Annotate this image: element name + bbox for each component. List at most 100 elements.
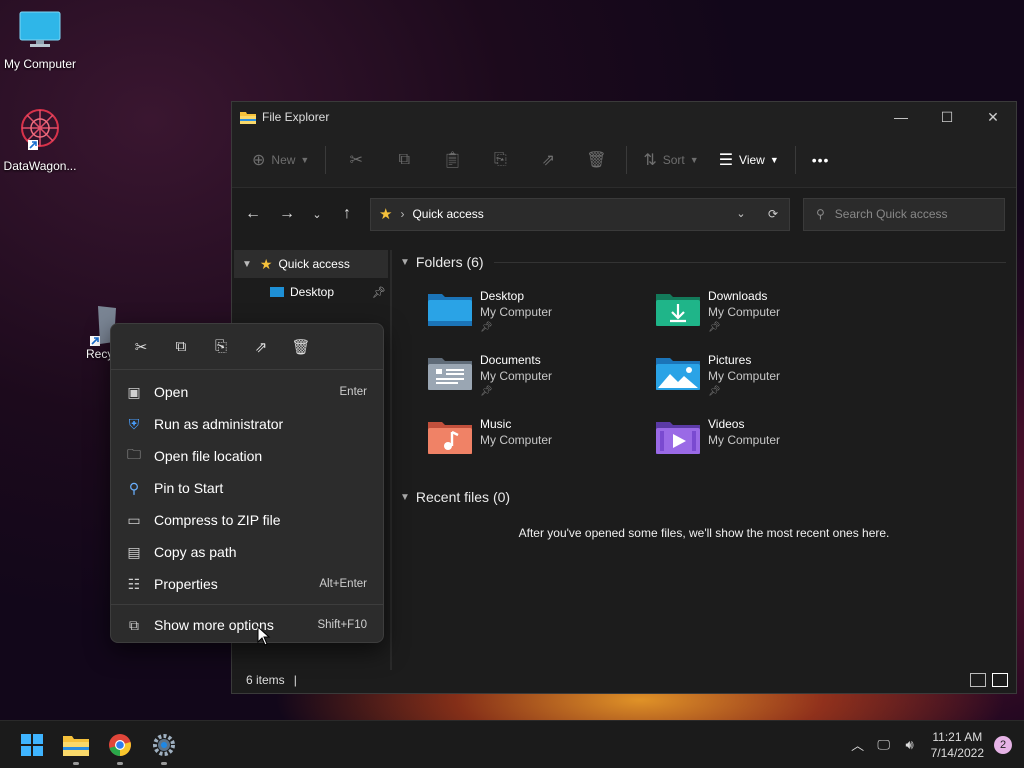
folder-item-documents[interactable]: Documents My Computer 📌︎ — [428, 352, 656, 400]
window-title: File Explorer — [262, 110, 330, 124]
taskbar-settings[interactable] — [142, 723, 186, 767]
chevron-up-icon[interactable]: ︿ — [845, 735, 871, 754]
folder-item-videos[interactable]: Videos My Computer — [656, 416, 884, 464]
folder-location: My Computer — [708, 369, 781, 383]
running-indicator — [73, 761, 79, 765]
delete-button[interactable]: 🗑︎ — [572, 150, 620, 170]
file-explorer-icon — [240, 112, 256, 124]
taskbar-chrome[interactable] — [98, 723, 142, 767]
menu-item-label: Properties — [154, 576, 218, 592]
menu-item-label: Compress to ZIP file — [154, 512, 281, 528]
sidebar-item-quick-access[interactable]: ▼ ★ Quick access — [234, 250, 388, 278]
status-bar: 6 items | — [232, 667, 1016, 693]
chevron-down-icon: ▼ — [689, 154, 699, 165]
cut-icon: ✂ — [349, 151, 364, 169]
path-icon: ▤ — [127, 543, 141, 560]
sidebar-item-desktop[interactable]: Desktop 📌︎ — [232, 278, 390, 306]
folder-location: My Computer — [708, 433, 781, 447]
recent-header-label: Recent files (0) — [415, 489, 511, 505]
pictures-folder-icon — [656, 358, 700, 390]
taskbar-file-explorer[interactable] — [54, 723, 98, 767]
folder-item-music[interactable]: Music My Computer — [428, 416, 656, 464]
up-button[interactable]: ↑ — [330, 199, 364, 229]
sort-button[interactable]: ⇅ Sort ▼ — [633, 144, 708, 176]
rename-icon[interactable]: ⎘ — [201, 331, 241, 363]
sort-label: Sort — [662, 152, 685, 167]
volume-icon[interactable]: 🔊︎ — [897, 737, 923, 753]
view-label: View — [739, 152, 765, 167]
delete-icon[interactable]: 🗑︎ — [281, 331, 321, 363]
details-view-icon[interactable] — [970, 673, 986, 687]
pin-icon: ⚲ — [128, 479, 140, 496]
folders-header-label: Folders (6) — [415, 254, 484, 270]
menu-item-copy-as-path[interactable]: ▤ Copy as path — [111, 536, 383, 568]
pin-icon: 📌︎ — [708, 386, 721, 397]
desktop-folder-icon — [270, 287, 284, 297]
large-icons-view-icon[interactable] — [992, 673, 1008, 687]
chevron-down-icon: ▼ — [400, 256, 410, 268]
menu-item-properties[interactable]: ☷ Properties Alt+Enter — [111, 568, 383, 600]
copy-icon: ⧉ — [398, 150, 411, 168]
copy-button[interactable]: ⧉ — [380, 151, 428, 169]
menu-item-open[interactable]: ▣ Open Enter — [111, 376, 383, 408]
desktop-icon-label: My Computer — [3, 57, 77, 71]
desktop-icon-datawagon[interactable]: DataWagon... — [0, 106, 80, 173]
back-button[interactable]: ← — [236, 199, 270, 229]
notification-badge[interactable]: 2 — [994, 735, 1012, 754]
music-folder-icon — [428, 422, 472, 454]
more-options-button[interactable]: ••• — [802, 144, 840, 176]
folders-group-header[interactable]: ▼ Folders (6) — [392, 250, 1016, 274]
recent-locations-button[interactable]: ⌄ — [304, 199, 330, 229]
status-cursor: | — [293, 673, 297, 687]
menu-item-run-as-administrator[interactable]: ⛨ Run as administrator — [111, 408, 383, 440]
refresh-icon[interactable]: ⟳ — [757, 207, 789, 221]
sidebar-item-label: Desktop — [290, 285, 335, 299]
chrome-icon — [109, 733, 131, 756]
search-input[interactable]: ⚲ Search Quick access — [803, 197, 1005, 231]
menu-item-shortcut: Shift+F10 — [317, 619, 367, 631]
share-button[interactable]: ⇗ — [524, 150, 572, 170]
sort-icon: ⇅ — [643, 151, 657, 169]
menu-item-show-more-options[interactable]: ⧉ Show more options Shift+F10 — [111, 609, 383, 641]
recent-group-header[interactable]: ▼ Recent files (0) — [392, 485, 1016, 509]
chevron-right-icon: › — [400, 207, 405, 221]
new-button[interactable]: ⊕ New ▼ — [242, 144, 319, 176]
search-icon: ⚲ — [816, 207, 825, 221]
menu-item-label: Run as administrator — [154, 416, 284, 432]
folder-location: My Computer — [480, 305, 553, 319]
folder-item-desktop[interactable]: Desktop My Computer 📌︎ — [428, 288, 656, 336]
menu-item-pin-to-start[interactable]: ⚲ Pin to Start — [111, 472, 383, 504]
delete-icon: 🗑︎ — [586, 151, 607, 169]
forward-button[interactable]: → — [270, 199, 304, 229]
copy-icon[interactable]: ⧉ — [161, 331, 201, 363]
paste-icon: 📋︎ — [442, 151, 463, 169]
view-button[interactable]: ☰ View ▼ — [709, 144, 789, 176]
new-label: New — [271, 152, 296, 167]
menu-item-compress-zip[interactable]: ▭ Compress to ZIP file — [111, 504, 383, 536]
title-bar[interactable]: File Explorer — ☐ ✕ — [232, 102, 1016, 132]
folder-item-downloads[interactable]: Downloads My Computer 📌︎ — [656, 288, 884, 336]
pin-icon: 📌︎ — [480, 386, 493, 397]
rename-button[interactable]: ⎘ — [476, 151, 524, 169]
address-location: Quick access — [412, 207, 484, 221]
folder-item-pictures[interactable]: Pictures My Computer 📌︎ — [656, 352, 884, 400]
cut-icon[interactable]: ✂ — [121, 331, 161, 363]
desktop-icon-my-computer[interactable]: My Computer — [0, 10, 80, 71]
navigation-row: ← → ⌄ ↑ ★ › Quick access ⌄ ⟳ ⚲ Search Qu… — [232, 188, 1016, 240]
arrow-up-icon: ↑ — [343, 205, 351, 222]
close-button[interactable]: ✕ — [970, 102, 1016, 132]
downloads-folder-icon — [656, 294, 700, 326]
address-dropdown-icon[interactable]: ⌄ — [725, 207, 757, 221]
menu-item-open-file-location[interactable]: 🗀 Open file location — [111, 440, 383, 472]
pin-icon: 📌︎ — [708, 322, 721, 333]
clock[interactable]: 11:21 AM 7/14/2022 — [931, 729, 984, 761]
more-icon: ••• — [811, 151, 830, 168]
maximize-button[interactable]: ☐ — [924, 102, 970, 132]
paste-button[interactable]: 📋︎ — [428, 150, 476, 170]
start-button[interactable] — [10, 723, 54, 767]
share-icon[interactable]: ⇗ — [241, 331, 281, 363]
network-icon[interactable]: 🖵︎ — [871, 737, 897, 753]
cut-button[interactable]: ✂ — [332, 150, 380, 170]
minimize-button[interactable]: — — [878, 102, 924, 132]
address-bar[interactable]: ★ › Quick access ⌄ ⟳ — [370, 197, 790, 231]
